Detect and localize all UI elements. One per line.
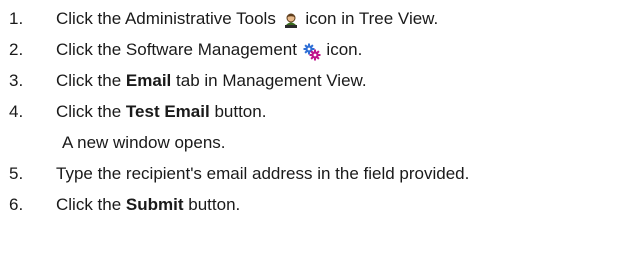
step-note-text: A new window opens. xyxy=(62,133,226,152)
admin-user-icon xyxy=(282,9,300,28)
step-number: 2. xyxy=(9,40,24,59)
step-4: 4. Click the Test Email button. xyxy=(0,96,636,127)
step-text-before: Click the xyxy=(56,71,122,90)
step-text-before: Click the xyxy=(56,102,122,121)
step-2: 2. Click the Software Management icon. xyxy=(0,34,636,65)
step-text-after: icon in Tree View. xyxy=(305,9,439,28)
step-text-after: button. xyxy=(188,195,241,214)
step-text: Click the Email tab in Management View. xyxy=(56,65,367,96)
step-number: 1. xyxy=(9,9,24,28)
step-text: Click the Administrative Tools icon in T… xyxy=(56,3,438,34)
software-management-gears-icon xyxy=(303,40,321,61)
step-text-before: Click the Software Management xyxy=(56,40,297,59)
step-4-note: A new window opens. xyxy=(0,127,636,158)
step-text: Click the Test Email button. xyxy=(56,96,266,127)
step-text-after: icon. xyxy=(326,40,363,59)
email-tab-label: Email xyxy=(125,71,172,90)
step-number: 5. xyxy=(9,164,24,183)
step-text: Click the Software Management icon. xyxy=(56,34,362,65)
step-text-after: button. xyxy=(214,102,267,121)
step-text-before: Click the Administrative Tools xyxy=(56,9,276,28)
instruction-steps: 1. Click the Administrative Tools icon i… xyxy=(0,0,636,220)
submit-button-label: Submit xyxy=(125,195,184,214)
step-number: 4. xyxy=(9,102,24,121)
step-number: 6. xyxy=(9,195,24,214)
step-number: 3. xyxy=(9,71,24,90)
step-text: Click the Submit button. xyxy=(56,189,240,220)
step-text: Type the recipient's email address in th… xyxy=(56,164,470,183)
step-text-after: tab in Management View. xyxy=(176,71,367,90)
step-6: 6. Click the Submit button. xyxy=(0,189,636,220)
test-email-button-label: Test Email xyxy=(125,102,210,121)
step-text-before: Click the xyxy=(56,195,122,214)
step-3: 3. Click the Email tab in Management Vie… xyxy=(0,65,636,96)
step-5: 5. Type the recipient's email address in… xyxy=(0,158,636,189)
step-1: 1. Click the Administrative Tools icon i… xyxy=(0,3,636,34)
